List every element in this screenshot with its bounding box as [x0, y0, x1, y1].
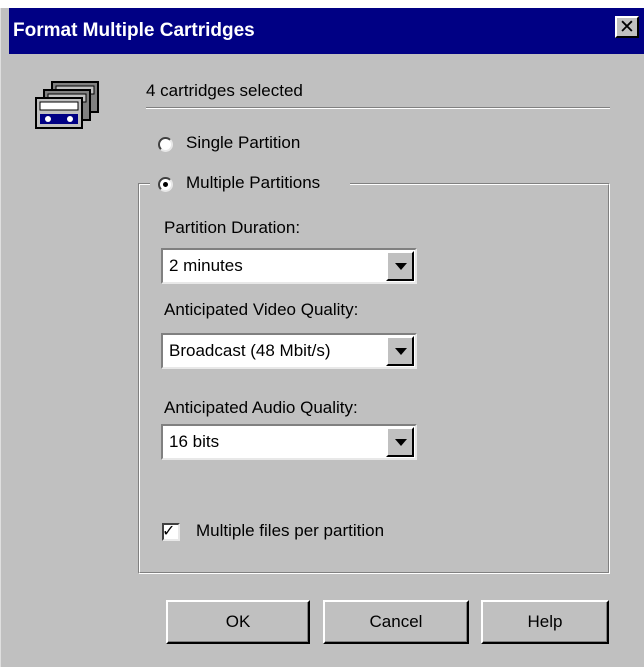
- window-title: Format Multiple Cartridges: [13, 20, 255, 41]
- dropdown-button[interactable]: [386, 251, 414, 281]
- help-button[interactable]: Help: [481, 600, 609, 644]
- separator-highlight: [146, 108, 610, 109]
- close-button[interactable]: ✕: [615, 16, 639, 38]
- chevron-down-icon: [395, 348, 407, 355]
- video-quality-label: Anticipated Video Quality:: [164, 300, 359, 319]
- audio-quality-label: Anticipated Audio Quality:: [164, 398, 358, 417]
- multiple-partitions-radio[interactable]: [158, 177, 173, 192]
- single-partition-label[interactable]: Single Partition: [186, 133, 300, 153]
- partition-duration-label: Partition Duration:: [164, 218, 301, 237]
- checkmark-icon: ✓: [162, 521, 176, 540]
- title-bar[interactable]: Format Multiple Cartridges ✕: [9, 8, 644, 54]
- audio-quality-value: 16 bits: [169, 432, 220, 451]
- ok-button[interactable]: OK: [166, 600, 310, 644]
- close-icon: ✕: [619, 16, 635, 38]
- group-highlight: [139, 184, 609, 573]
- video-quality-select[interactable]: Broadcast (48 Mbit/s): [161, 333, 417, 369]
- dropdown-button[interactable]: [386, 336, 414, 366]
- dropdown-button[interactable]: [386, 427, 414, 457]
- radio-selected-dot: [163, 182, 168, 187]
- chevron-down-icon: [395, 263, 407, 270]
- cancel-button[interactable]: Cancel: [323, 600, 469, 644]
- multiple-files-label[interactable]: Multiple files per partition: [196, 521, 384, 541]
- single-partition-radio[interactable]: [158, 137, 173, 152]
- cartridges-icon: [35, 81, 99, 129]
- chevron-down-icon: [395, 439, 407, 446]
- audio-quality-select[interactable]: 16 bits: [161, 424, 417, 460]
- multiple-partitions-label[interactable]: Multiple Partitions: [186, 173, 323, 193]
- partition-duration-value: 2 minutes: [169, 256, 243, 275]
- video-quality-value: Broadcast (48 Mbit/s): [169, 341, 331, 360]
- selection-count: 4 cartridges selected: [146, 81, 303, 100]
- partition-duration-select[interactable]: 2 minutes: [161, 248, 417, 284]
- multiple-files-checkbox[interactable]: ✓: [162, 521, 180, 541]
